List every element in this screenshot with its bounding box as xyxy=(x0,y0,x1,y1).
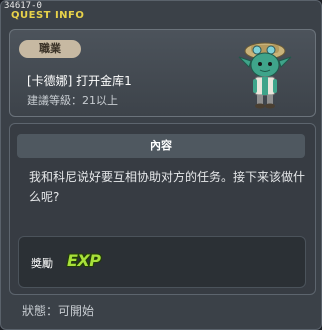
window-title: QUEST INFO xyxy=(11,10,85,21)
exp-reward-icon: EXP xyxy=(67,251,101,270)
quest-info-window: 34617-0 QUEST INFO 職業 [卡德娜] 打开金库1 建議等級：2… xyxy=(0,0,322,330)
quest-name: [卡德娜] 打开金库1 xyxy=(27,74,132,88)
title-bar[interactable]: 34617-0 QUEST INFO xyxy=(1,1,321,25)
npc-portrait-icon xyxy=(238,42,292,109)
recommended-level: 建議等級：21以上 xyxy=(27,94,118,107)
quest-description: 我和科尼说好要互相协助对方的任务。接下来该做什么呢? xyxy=(29,170,306,204)
content-heading: 內容 xyxy=(17,134,305,158)
reward-label: 獎勵 xyxy=(31,257,53,270)
category-badge: 職業 xyxy=(19,40,81,58)
reward-panel xyxy=(18,236,306,288)
quest-status: 狀態：可開始 xyxy=(22,304,95,318)
